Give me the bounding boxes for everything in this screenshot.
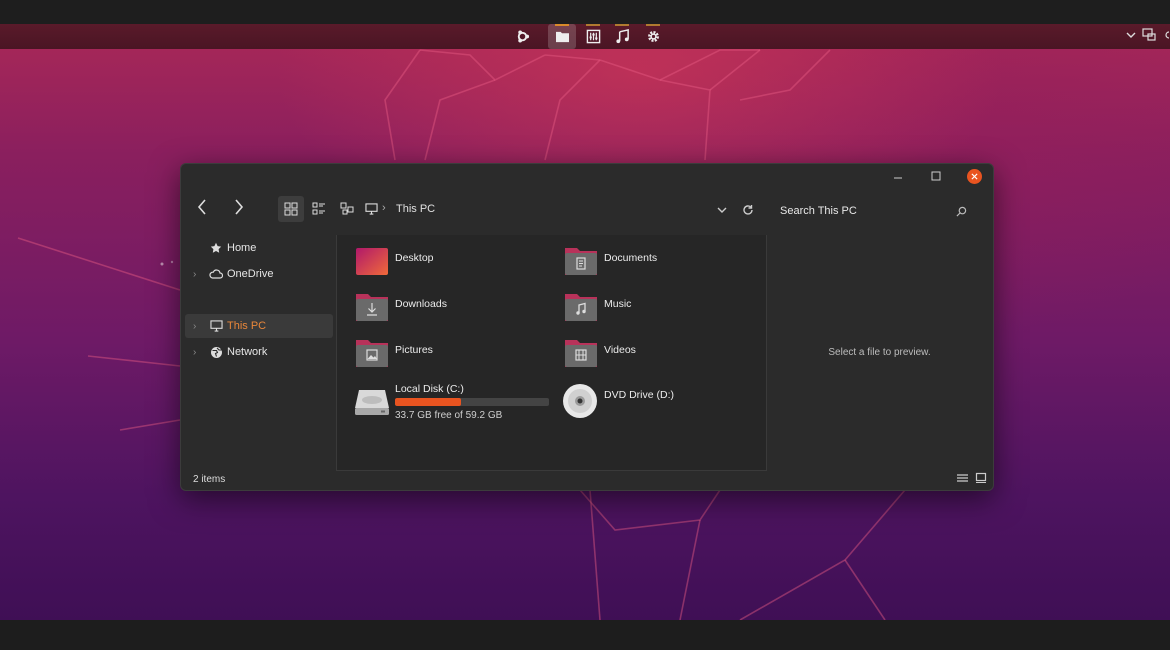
files-dock-button[interactable] xyxy=(548,24,576,49)
folder-label: Music xyxy=(604,298,632,310)
drive-free-text: 33.7 GB free of 59.2 GB xyxy=(395,410,503,421)
sidebar-item-label: This PC xyxy=(227,320,267,332)
forward-button[interactable] xyxy=(226,194,252,220)
sidebar-item-onedrive[interactable]: › OneDrive xyxy=(185,262,333,286)
sidebar-item-this-pc[interactable]: › This PC xyxy=(185,314,333,338)
dock xyxy=(0,24,1170,49)
drive-usage-bar xyxy=(395,398,549,406)
preview-pane: Select a file to preview. xyxy=(766,235,993,470)
window-controls xyxy=(879,164,993,188)
chevron-right-icon[interactable]: › xyxy=(193,347,196,358)
drive-label: DVD Drive (D:) xyxy=(604,389,674,401)
grid-view-button[interactable] xyxy=(278,196,304,222)
tiles-icon xyxy=(340,202,354,215)
folder-label: Videos xyxy=(604,344,636,356)
file-explorer-window: › This PC Search This PC Home › OneDrive xyxy=(180,163,994,491)
folder-tile-music[interactable]: Music xyxy=(564,291,754,327)
system-tray xyxy=(1126,28,1170,42)
sidebar-item-home[interactable]: Home xyxy=(185,236,333,260)
monitor-icon xyxy=(365,203,378,215)
sidebar-item-label: Home xyxy=(227,242,257,254)
running-indicator xyxy=(586,24,600,26)
bottom-strip xyxy=(0,620,1170,650)
cloud-icon xyxy=(209,267,223,281)
item-count: 2 items xyxy=(193,474,226,485)
desktop-folder-icon xyxy=(356,248,388,275)
drive-label: Local Disk (C:) xyxy=(395,383,464,395)
chevron-right-icon[interactable]: › xyxy=(193,321,196,332)
breadcrumb[interactable]: › This PC xyxy=(365,201,445,219)
preview-placeholder: Select a file to preview. xyxy=(828,347,931,358)
close-button[interactable] xyxy=(955,164,993,188)
star-icon xyxy=(209,241,223,255)
search-box[interactable]: Search This PC xyxy=(771,197,981,223)
chevron-left-icon xyxy=(197,199,206,215)
folder-tile-pictures[interactable]: Pictures xyxy=(355,337,545,373)
folder-label: Downloads xyxy=(395,298,447,310)
drive-tile-local-disk[interactable]: Local Disk (C:) 33.7 GB free of 59.2 GB xyxy=(353,383,553,421)
folder-tile-documents[interactable]: Documents xyxy=(564,245,754,281)
running-indicator xyxy=(646,24,660,26)
pictures-folder-icon xyxy=(356,340,388,367)
refresh-button[interactable] xyxy=(735,197,761,223)
active-indicator xyxy=(555,24,569,26)
running-indicator xyxy=(615,24,629,26)
navigation-pane: Home › OneDrive › This PC › Network xyxy=(181,236,336,466)
dvd-drive-icon xyxy=(563,384,597,418)
toolbar: › This PC Search This PC xyxy=(181,194,993,226)
view-toggles xyxy=(956,472,987,484)
history-dropdown-button[interactable] xyxy=(709,197,735,223)
folder-label: Documents xyxy=(604,252,658,264)
folder-label: Desktop xyxy=(395,252,434,264)
maximize-icon xyxy=(931,171,941,181)
mixer-icon[interactable] xyxy=(579,24,607,49)
refresh-icon xyxy=(743,205,753,215)
details-view-icon[interactable] xyxy=(956,472,969,484)
network-tray-icon[interactable] xyxy=(1142,28,1156,42)
monitor-icon xyxy=(209,319,223,333)
hard-drive-icon xyxy=(355,390,389,415)
breadcrumb-current: This PC xyxy=(396,203,436,215)
maximize-button[interactable] xyxy=(917,164,955,188)
clock-icon[interactable] xyxy=(1162,29,1170,41)
large-icons-view-icon[interactable] xyxy=(975,472,987,484)
folder-icon xyxy=(555,31,569,43)
documents-folder-icon xyxy=(565,248,597,275)
back-button[interactable] xyxy=(189,194,215,220)
folder-label: Pictures xyxy=(395,344,433,356)
network-globe-icon xyxy=(209,345,223,359)
drive-usage-fill xyxy=(395,398,462,406)
search-icon xyxy=(956,206,967,217)
status-bar: 2 items xyxy=(181,469,993,490)
music-note-icon[interactable] xyxy=(608,24,636,49)
details-view-button[interactable] xyxy=(306,196,332,222)
minimize-icon xyxy=(894,177,902,179)
folder-tile-videos[interactable]: Videos xyxy=(564,337,754,373)
folder-tile-desktop[interactable]: Desktop xyxy=(355,245,545,281)
folder-tile-downloads[interactable]: Downloads xyxy=(355,291,545,327)
gear-icon[interactable] xyxy=(639,24,667,49)
top-panel xyxy=(0,0,1170,24)
downloads-folder-icon xyxy=(356,294,388,321)
chevron-down-icon[interactable] xyxy=(1126,30,1136,40)
file-view: Desktop Documents Downloads Music Pictur… xyxy=(336,235,767,471)
sidebar-item-label: OneDrive xyxy=(227,268,274,280)
breadcrumb-separator: › xyxy=(382,202,386,214)
chevron-down-icon xyxy=(717,207,727,213)
sidebar-item-label: Network xyxy=(227,346,268,358)
chevron-right-icon[interactable]: › xyxy=(193,269,196,280)
grid-icon xyxy=(284,202,298,216)
drive-tile-dvd[interactable]: DVD Drive (D:) xyxy=(562,383,752,421)
search-input[interactable]: Search This PC xyxy=(780,205,857,217)
ubuntu-logo-icon[interactable] xyxy=(508,24,536,49)
videos-folder-icon xyxy=(565,340,597,367)
music-folder-icon xyxy=(565,294,597,321)
close-icon xyxy=(966,168,982,184)
details-list-icon xyxy=(312,202,325,215)
layout-toggle-button[interactable] xyxy=(334,196,360,222)
sidebar-item-network[interactable]: › Network xyxy=(185,340,333,364)
chevron-right-icon xyxy=(235,199,244,215)
minimize-button[interactable] xyxy=(879,164,917,188)
